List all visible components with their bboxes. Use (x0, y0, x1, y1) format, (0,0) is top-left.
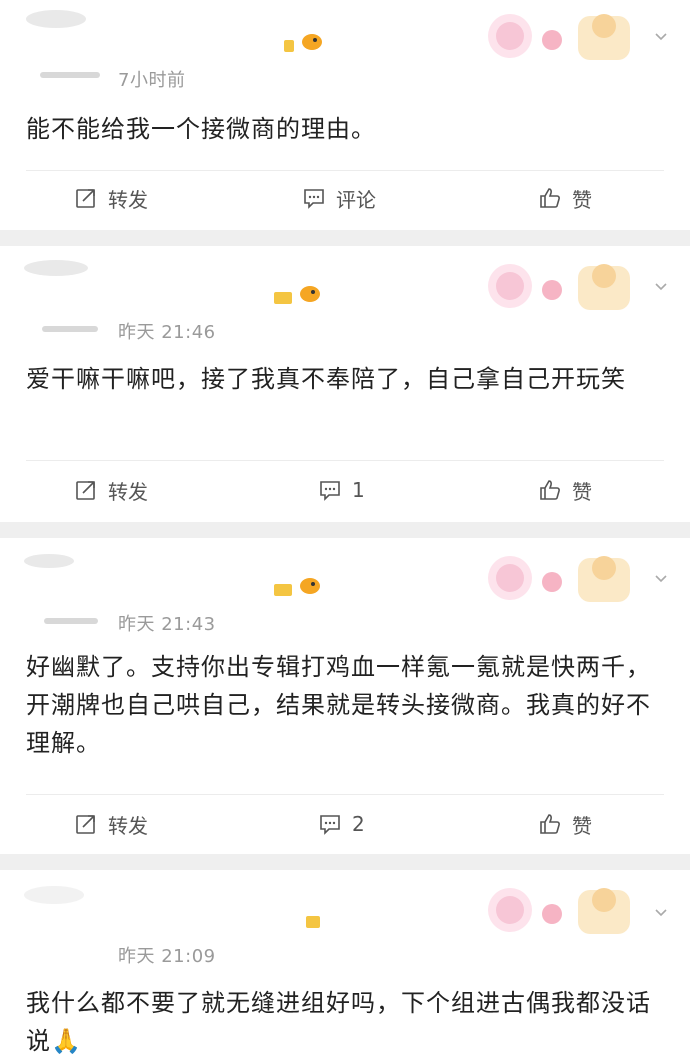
repost-label: 转发 (108, 479, 148, 504)
like-button[interactable]: 赞 (538, 470, 592, 510)
post-time: 7小时前 (118, 70, 186, 91)
chevron-down-icon[interactable] (654, 30, 668, 44)
post-text: 好幽默了。支持你出专辑打鸡血一样氪一氪就是快两千，开潮牌也自己哄自己，结果就是转… (26, 653, 651, 757)
thumbs-up-icon (540, 814, 560, 834)
comment-icon (304, 189, 324, 209)
chevron-down-icon[interactable] (654, 280, 668, 294)
comment-count: 1 (352, 478, 365, 502)
chevron-down-icon[interactable] (654, 906, 668, 920)
fish-badge-icon (284, 34, 322, 52)
post-text: 我什么都不要了就无缝进组好吗，下个组进古偶我都没话说🙏 (26, 989, 651, 1055)
card-decoration-icon (488, 14, 630, 60)
like-button[interactable]: 赞 (538, 804, 592, 844)
thumbs-up-icon (540, 188, 560, 208)
post-card: 昨天 21:46 爱干嘛干嘛吧，接了我真不奉陪了，自己拿自己开玩笑 转发 1 赞 (0, 246, 690, 522)
action-bar: 转发 2 赞 (0, 804, 690, 844)
chevron-down-icon[interactable] (654, 572, 668, 586)
comment-button[interactable]: 1 (318, 470, 365, 510)
comment-count: 2 (352, 812, 365, 836)
fish-badge-icon (274, 578, 320, 596)
post-time: 昨天 21:09 (118, 946, 216, 967)
like-button[interactable]: 赞 (538, 178, 592, 218)
avatar[interactable] (18, 256, 98, 298)
repost-label: 转发 (108, 813, 148, 838)
post-time: 昨天 21:43 (118, 614, 216, 635)
post-card: 昨天 21:09 我什么都不要了就无缝进组好吗，下个组进古偶我都没话说🙏 (0, 870, 690, 1055)
comment-icon (320, 815, 340, 835)
post-text: 爱干嘛干嘛吧，接了我真不奉陪了，自己拿自己开玩笑 (26, 365, 626, 393)
comment-label: 评论 (336, 187, 376, 212)
avatar[interactable] (18, 548, 98, 590)
action-bar: 转发 评论 赞 (0, 178, 690, 218)
card-decoration-icon (488, 888, 630, 934)
repost-icon (76, 815, 95, 834)
thumbs-up-icon (540, 480, 560, 500)
avatar[interactable] (18, 878, 98, 920)
post-separator (0, 522, 690, 538)
divider (26, 170, 664, 171)
avatar[interactable] (18, 6, 98, 48)
card-decoration-icon (488, 556, 630, 602)
repost-button[interactable]: 转发 (74, 178, 148, 218)
repost-button[interactable]: 转发 (74, 804, 148, 844)
repost-icon (76, 481, 95, 500)
like-label: 赞 (572, 479, 592, 504)
card-decoration-icon (488, 264, 630, 310)
fish-badge-icon (274, 286, 320, 304)
divider (26, 460, 664, 461)
post-text: 能不能给我一个接微商的理由。 (26, 115, 376, 143)
repost-label: 转发 (108, 187, 148, 212)
username[interactable] (42, 326, 98, 332)
comment-button[interactable]: 2 (318, 804, 365, 844)
post-card: 昨天 21:43 好幽默了。支持你出专辑打鸡血一样氪一氪就是快两千，开潮牌也自己… (0, 538, 690, 854)
username[interactable] (44, 618, 98, 624)
badge-icon (306, 916, 320, 928)
post-separator (0, 230, 690, 246)
comment-button[interactable]: 评论 (302, 178, 376, 218)
action-bar: 转发 1 赞 (0, 470, 690, 510)
divider (26, 794, 664, 795)
username[interactable] (40, 72, 100, 78)
like-label: 赞 (572, 187, 592, 212)
repost-button[interactable]: 转发 (74, 470, 148, 510)
post-time: 昨天 21:46 (118, 322, 216, 343)
repost-icon (76, 189, 95, 208)
post-separator (0, 854, 690, 870)
like-label: 赞 (572, 813, 592, 838)
comment-icon (320, 481, 340, 501)
post-card: 7小时前 能不能给我一个接微商的理由。 转发 评论 赞 (0, 0, 690, 230)
